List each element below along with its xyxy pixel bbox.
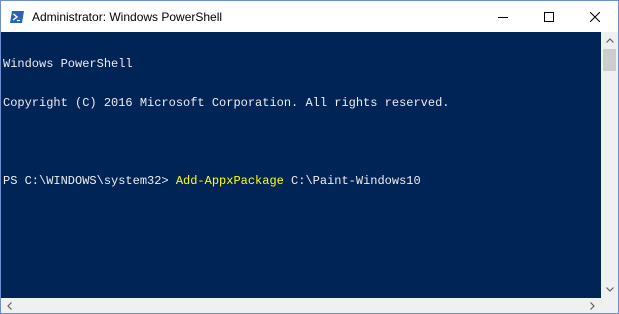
- console-area[interactable]: Windows PowerShell Copyright (C) 2016 Mi…: [1, 32, 601, 313]
- minimize-button[interactable]: [480, 1, 526, 32]
- chevron-right-icon: [590, 301, 595, 310]
- maximize-icon: [544, 11, 554, 22]
- scrollbar-corner: [601, 298, 618, 313]
- title-bar[interactable]: Administrator: Windows PowerShell: [1, 1, 618, 32]
- powershell-window: Administrator: Windows PowerShell Window…: [0, 0, 619, 314]
- scroll-left-button[interactable]: [1, 298, 18, 313]
- close-button[interactable]: [572, 1, 618, 32]
- prompt-line: PS C:\WINDOWS\system32> Add-AppxPackage …: [3, 175, 449, 188]
- powershell-icon: [10, 10, 24, 23]
- prompt-text: PS C:\WINDOWS\system32>: [3, 174, 176, 188]
- console-line: Copyright (C) 2016 Microsoft Corporation…: [3, 96, 450, 110]
- chevron-up-icon: [605, 38, 614, 43]
- minimize-icon: [498, 16, 508, 18]
- horizontal-scrollbar[interactable]: [1, 298, 601, 313]
- window-title: Administrator: Windows PowerShell: [32, 9, 223, 24]
- scroll-right-button[interactable]: [584, 298, 601, 313]
- scroll-down-button[interactable]: [601, 281, 618, 298]
- vertical-scroll-thumb[interactable]: [603, 49, 616, 71]
- command-argument: C:\Paint-Windows10: [283, 174, 421, 188]
- vertical-scrollbar[interactable]: [601, 32, 618, 298]
- console-output: Windows PowerShell Copyright (C) 2016 Mi…: [3, 32, 449, 214]
- maximize-button[interactable]: [526, 1, 572, 32]
- command-text: Add-AppxPackage: [175, 174, 284, 188]
- console-line: Windows PowerShell: [3, 57, 133, 71]
- close-icon: [590, 11, 600, 22]
- chevron-down-icon: [605, 287, 614, 292]
- chevron-left-icon: [7, 301, 12, 310]
- scroll-up-button[interactable]: [601, 32, 618, 49]
